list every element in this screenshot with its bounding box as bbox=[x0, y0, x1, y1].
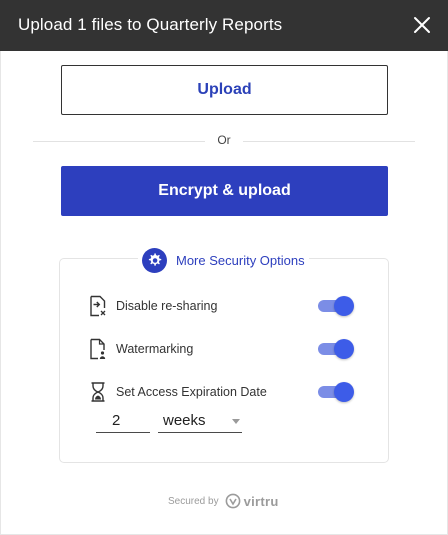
access-expiration-toggle[interactable] bbox=[318, 381, 354, 402]
secured-by-footer: Secured by virtru bbox=[168, 492, 279, 510]
toggle-knob bbox=[334, 296, 354, 316]
close-icon[interactable] bbox=[410, 13, 434, 37]
no-reshare-icon bbox=[88, 295, 108, 317]
virtru-logo-icon bbox=[225, 493, 241, 509]
option-label: Set Access Expiration Date bbox=[116, 385, 267, 399]
option-label: Watermarking bbox=[116, 342, 194, 356]
option-access-expiration: Set Access Expiration Date bbox=[88, 381, 267, 403]
chevron-down-icon bbox=[232, 419, 240, 424]
secured-by-label: Secured by bbox=[168, 495, 219, 507]
option-label: Disable re-sharing bbox=[116, 299, 218, 313]
toggle-knob bbox=[334, 339, 354, 359]
disable-resharing-toggle[interactable] bbox=[318, 295, 354, 316]
toggle-knob bbox=[334, 382, 354, 402]
hourglass-icon bbox=[88, 381, 108, 403]
expiration-unit-select[interactable]: weeks bbox=[158, 411, 242, 433]
watermarking-toggle[interactable] bbox=[318, 338, 354, 359]
expiration-unit-value: weeks bbox=[163, 412, 206, 429]
or-separator-label: Or bbox=[217, 133, 231, 147]
dialog-title: Upload 1 files to Quarterly Reports bbox=[18, 15, 283, 34]
expiration-amount-input[interactable]: 2 bbox=[96, 411, 150, 433]
option-disable-resharing: Disable re-sharing bbox=[88, 295, 217, 317]
dialog-titlebar: Upload 1 files to Quarterly Reports bbox=[0, 0, 448, 51]
upload-button[interactable]: Upload bbox=[61, 65, 388, 115]
encrypt-upload-button[interactable]: Encrypt & upload bbox=[61, 166, 388, 216]
virtru-brand-label: virtru bbox=[243, 493, 279, 509]
gear-icon bbox=[142, 247, 167, 273]
option-watermarking: Watermarking bbox=[88, 338, 193, 360]
watermark-file-icon bbox=[88, 338, 108, 360]
more-security-options-label: More Security Options bbox=[176, 252, 305, 268]
more-security-options-toggle[interactable]: More Security Options bbox=[138, 247, 309, 273]
